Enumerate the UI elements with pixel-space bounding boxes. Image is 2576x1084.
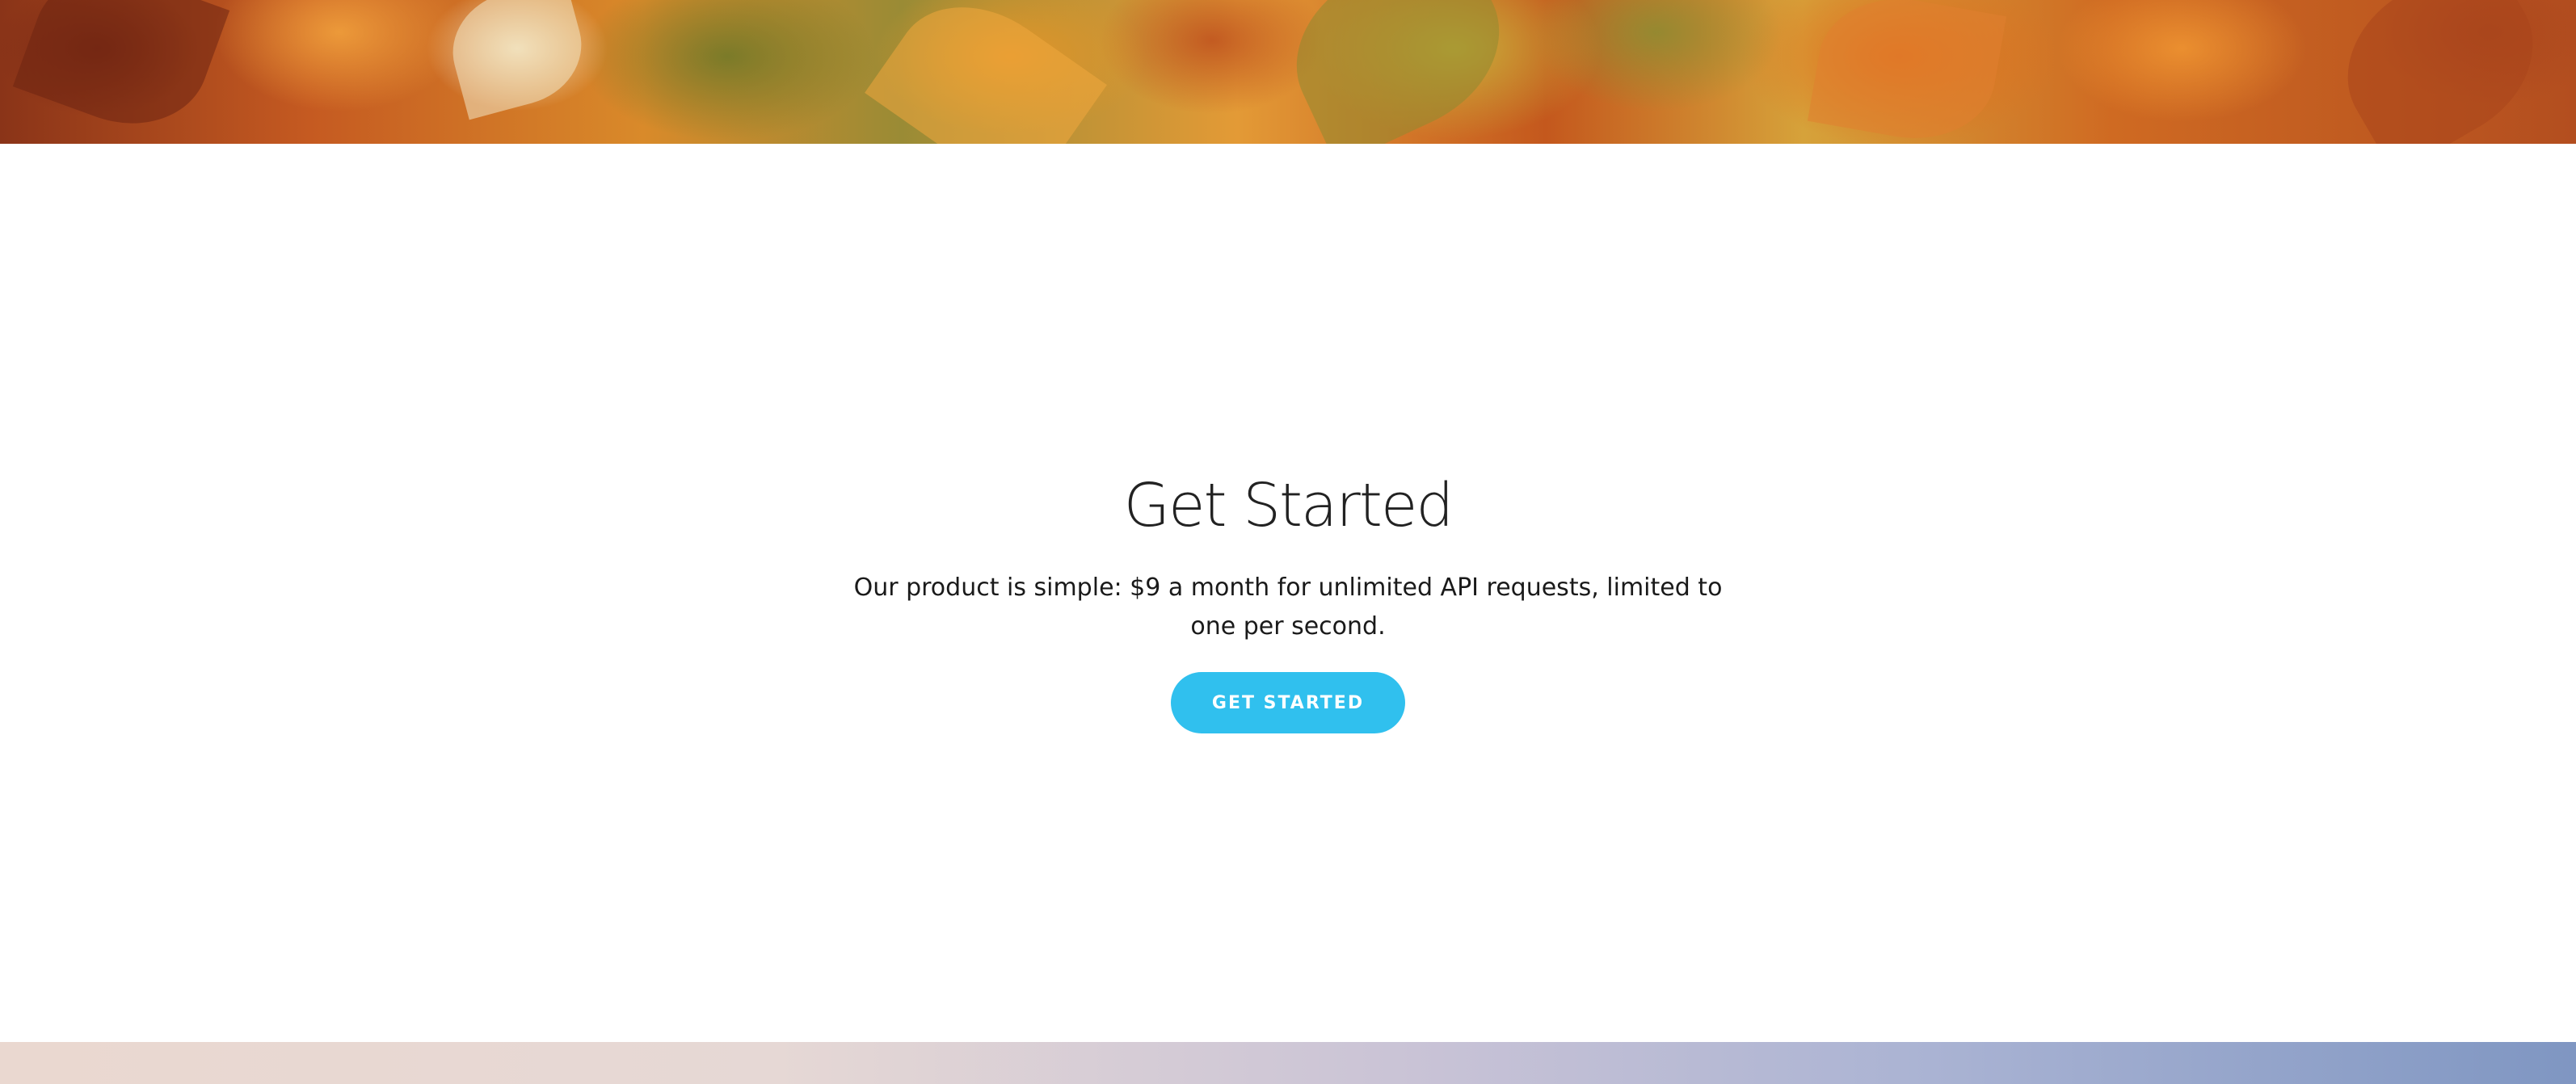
leaf-shape: [865, 0, 1107, 144]
sunset-sky-banner-image: [0, 1042, 2576, 1084]
leaf-shape: [12, 0, 230, 144]
page: Get Started Our product is simple: $9 a …: [0, 0, 2576, 1084]
autumn-leaves-banner-image: [0, 0, 2576, 144]
leaf-shape: [2317, 0, 2563, 144]
leaf-shape: [440, 0, 595, 120]
section-description: Our product is simple: $9 a month for un…: [853, 574, 1723, 641]
section-title: Get Started: [1123, 471, 1454, 540]
leaf-shape: [1807, 0, 2007, 144]
get-started-section: Get Started Our product is simple: $9 a …: [0, 144, 2576, 1042]
get-started-button[interactable]: GET STARTED: [1171, 672, 1405, 733]
leaf-shape: [1268, 0, 1528, 144]
